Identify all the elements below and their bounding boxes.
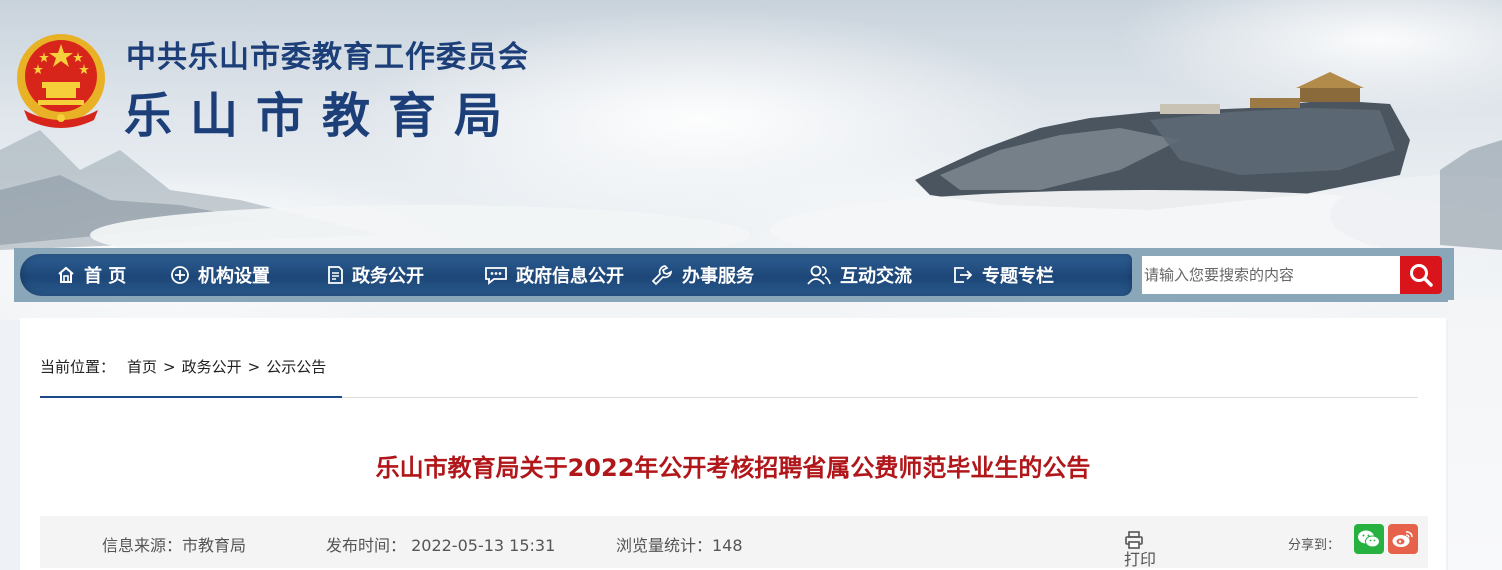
nav-label: 互动交流 xyxy=(840,266,912,287)
breadcrumb-separator: > xyxy=(163,357,176,376)
nav-item-interaction[interactable]: 互动交流 xyxy=(806,248,912,302)
print-button[interactable]: 打印 xyxy=(1124,530,1156,569)
nav-label: 办事服务 xyxy=(682,266,754,287)
nav-item-services[interactable]: 办事服务 xyxy=(650,248,754,302)
breadcrumb-underline xyxy=(40,396,342,398)
nav-item-government-affairs[interactable]: 政务公开 xyxy=(326,248,424,302)
nav-label: 政务公开 xyxy=(352,266,424,287)
share-label: 分享到： xyxy=(1288,538,1341,553)
nav-label: 机构设置 xyxy=(198,266,270,287)
side-background xyxy=(1448,300,1502,570)
view-count: 浏览量统计：148 xyxy=(616,536,743,555)
weibo-icon xyxy=(1392,531,1413,547)
article-meta: 信息来源：市教育局 发布时间： 2022-05-13 15:31 浏览量统计：1… xyxy=(40,516,1428,569)
national-emblem-icon xyxy=(17,34,105,128)
breadcrumb: 当前位置： 首页 > 政务公开 > 公示公告 xyxy=(40,356,326,377)
nav-item-organization[interactable]: 机构设置 xyxy=(170,248,270,302)
content-card: 当前位置： 首页 > 政务公开 > 公示公告 乐山市教育局关于2022年公开考核… xyxy=(20,318,1446,570)
search-icon xyxy=(1410,264,1433,287)
main-nav: 首 页 机构设置 政务公开 政府信息公开 办事服务 互动交流 专题专栏 请输入您… xyxy=(14,248,1454,302)
search-input[interactable] xyxy=(1142,256,1400,294)
nav-label: 政府信息公开 xyxy=(516,266,624,287)
breadcrumb-label: 当前位置： xyxy=(40,358,116,376)
search-button[interactable] xyxy=(1400,256,1442,294)
breadcrumb-home-link[interactable]: 首页 xyxy=(127,356,157,377)
article-title: 乐山市教育局关于2022年公开考核招聘省属公费师范毕业生的公告 xyxy=(375,454,1091,482)
nav-label: 专题专栏 xyxy=(982,266,1054,287)
document-icon xyxy=(328,266,343,284)
breadcrumb-separator: > xyxy=(247,357,261,376)
breadcrumb-announcements-link[interactable]: 公示公告 xyxy=(266,356,326,377)
info-source: 信息来源：市教育局 xyxy=(102,536,247,555)
chat-icon xyxy=(485,267,507,285)
nav-label: 首 页 xyxy=(84,266,127,287)
nav-item-special-topics[interactable]: 专题专栏 xyxy=(952,248,1054,302)
wechat-share-button[interactable] xyxy=(1354,524,1384,554)
home-icon xyxy=(58,266,74,283)
exit-icon xyxy=(954,267,973,283)
org-title: 中共乐山市委教育工作委员会 xyxy=(126,40,529,75)
breadcrumb-gov-affairs-link[interactable]: 政务公开 xyxy=(182,356,242,377)
users-icon xyxy=(807,265,831,285)
site-title: 乐山市教育局 xyxy=(124,88,521,144)
weibo-share-button[interactable] xyxy=(1388,524,1418,554)
nav-item-home[interactable]: 首 页 xyxy=(56,248,126,302)
wrench-icon xyxy=(651,265,673,286)
wechat-icon xyxy=(1358,530,1380,548)
plus-circle-icon xyxy=(171,266,189,284)
print-label: 打印 xyxy=(1124,550,1157,569)
nav-item-info-disclosure[interactable]: 政府信息公开 xyxy=(484,248,624,302)
publish-time: 发布时间： 2022-05-13 15:31 xyxy=(326,536,556,555)
